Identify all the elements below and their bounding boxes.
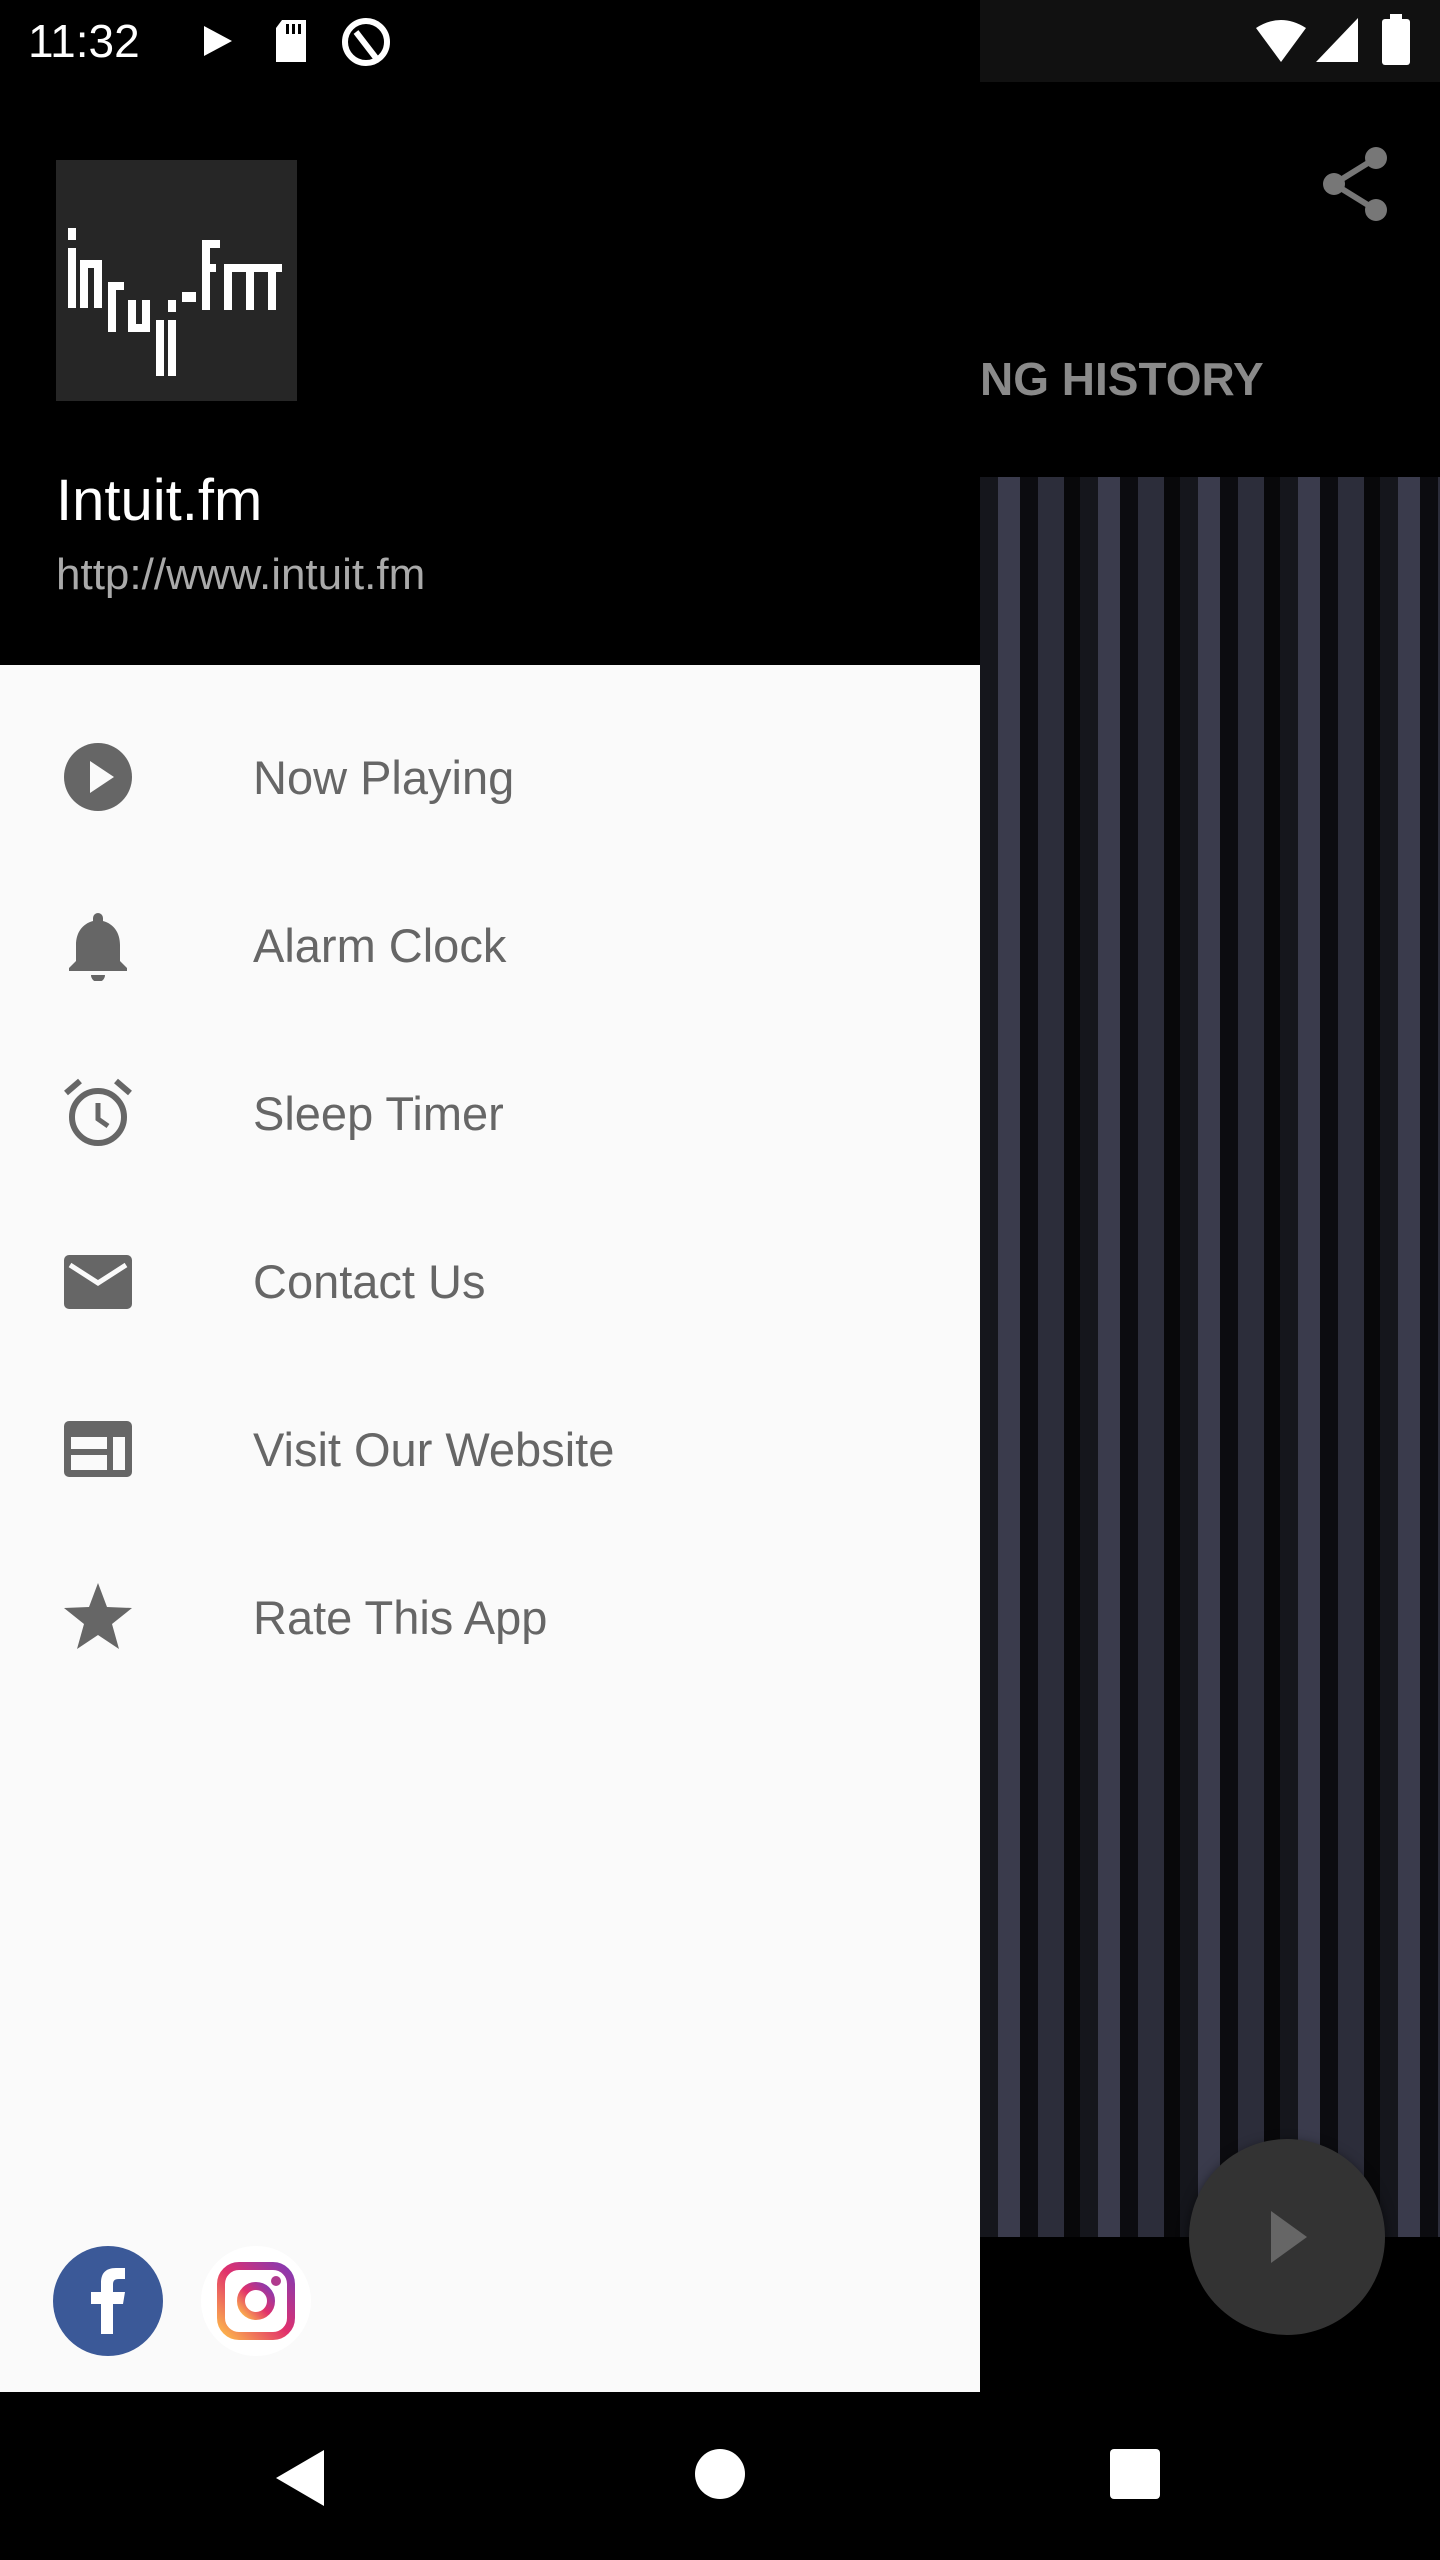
- drawer-header: Intuit.fm http://www.intuit.fm: [0, 82, 980, 665]
- menu-item-visit-website[interactable]: Visit Our Website: [0, 1365, 980, 1533]
- alarm-clock-icon: [62, 1077, 134, 1149]
- menu-item-label: Now Playing: [253, 750, 515, 804]
- tab-playing-history[interactable]: NG HISTORY: [980, 352, 1440, 406]
- home-icon[interactable]: [693, 2447, 747, 2501]
- status-bar: 11:32: [0, 0, 1440, 82]
- mail-icon: [62, 1245, 134, 1317]
- sd-card-icon: [276, 20, 306, 62]
- play-circle-icon: [62, 741, 134, 813]
- back-icon[interactable]: [272, 2448, 328, 2508]
- menu-item-alarm-clock[interactable]: Alarm Clock: [0, 861, 980, 1029]
- navigation-drawer: Intuit.fm http://www.intuit.fm Now Playi…: [0, 82, 980, 2392]
- play-button[interactable]: [1189, 2139, 1385, 2335]
- intuit-fm-logo: [56, 160, 297, 401]
- vpn-status-icon: [342, 18, 390, 66]
- station-name: Intuit.fm: [56, 468, 263, 533]
- menu-item-rate-app[interactable]: Rate This App: [0, 1533, 980, 1701]
- navigation-bar: [0, 2392, 1440, 2560]
- menu-item-label: Visit Our Website: [253, 1422, 615, 1476]
- station-url[interactable]: http://www.intuit.fm: [56, 550, 425, 600]
- album-art: [980, 477, 1440, 2237]
- play-icon: [1271, 2211, 1307, 2263]
- play-status-icon: [204, 26, 232, 56]
- instagram-icon[interactable]: [201, 2246, 311, 2356]
- menu-item-now-playing[interactable]: Now Playing: [0, 693, 980, 861]
- status-time: 11:32: [28, 15, 140, 67]
- menu-item-label: Contact Us: [253, 1254, 486, 1308]
- facebook-icon[interactable]: [53, 2246, 163, 2356]
- share-icon[interactable]: [1320, 146, 1390, 222]
- menu-item-label: Sleep Timer: [253, 1086, 504, 1140]
- signal-icon: [1316, 18, 1358, 62]
- recents-icon[interactable]: [1108, 2447, 1162, 2501]
- menu-item-sleep-timer[interactable]: Sleep Timer: [0, 1029, 980, 1197]
- wifi-icon: [1256, 20, 1306, 62]
- menu-item-label: Rate This App: [253, 1590, 548, 1644]
- web-icon: [62, 1413, 134, 1485]
- star-icon: [62, 1581, 134, 1653]
- battery-icon: [1382, 14, 1410, 65]
- bell-icon: [62, 909, 134, 981]
- menu-item-contact-us[interactable]: Contact Us: [0, 1197, 980, 1365]
- menu-item-label: Alarm Clock: [253, 918, 507, 972]
